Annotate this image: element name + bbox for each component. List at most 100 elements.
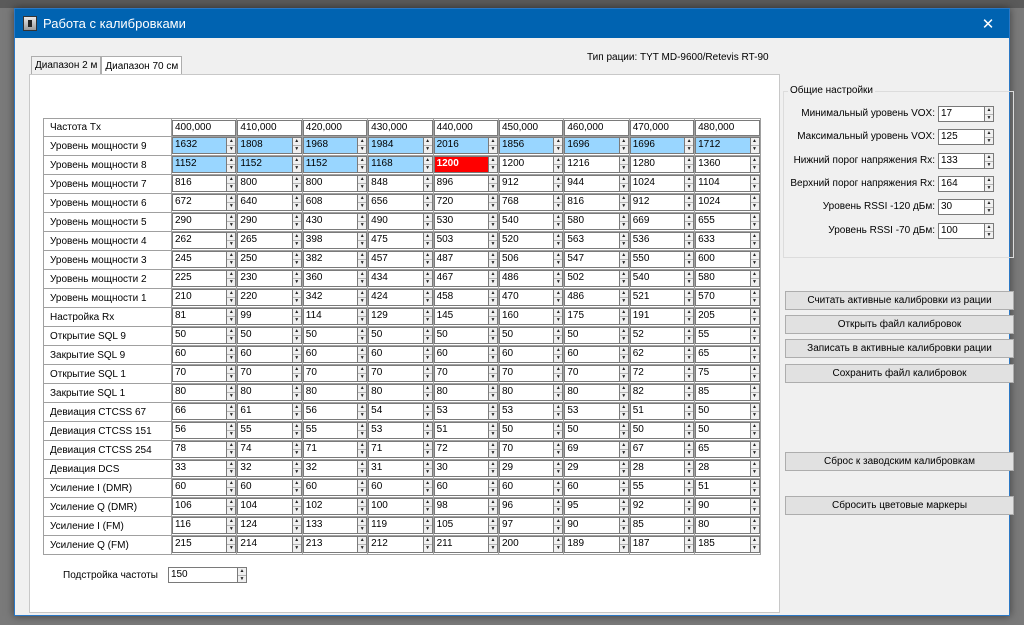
spinner-buttons[interactable]: ▲ ▼ — [553, 156, 564, 173]
calibration-spinner[interactable]: 2016 ▲ ▼ — [433, 137, 498, 155]
spinner-buttons[interactable]: ▲ ▼ — [291, 213, 302, 230]
calibration-spinner[interactable]: 60 ▲ ▼ — [564, 346, 629, 364]
spin-down-icon[interactable]: ▼ — [227, 430, 236, 438]
spinner-buttons[interactable]: ▲ ▼ — [291, 517, 302, 534]
spin-up-icon[interactable]: ▲ — [489, 138, 497, 145]
spin-up-icon[interactable]: ▲ — [293, 404, 301, 411]
calibration-value[interactable]: 540 — [498, 213, 554, 230]
calibration-value[interactable]: 32 — [237, 460, 292, 477]
calibration-spinner[interactable]: 32 ▲ ▼ — [302, 460, 368, 478]
spinner-buttons[interactable]: ▲ ▼ — [684, 498, 695, 515]
spin-up-icon[interactable]: ▲ — [358, 442, 366, 449]
spin-down-icon[interactable]: ▼ — [985, 114, 993, 122]
spin-down-icon[interactable]: ▼ — [488, 392, 497, 400]
calibration-value[interactable]: 503 — [433, 232, 488, 249]
spinner-buttons[interactable]: ▲ ▼ — [749, 327, 760, 344]
spin-up-icon[interactable]: ▲ — [358, 366, 366, 373]
calibration-spinner[interactable]: 486 ▲ ▼ — [498, 270, 564, 288]
spin-down-icon[interactable]: ▼ — [619, 297, 628, 305]
calibration-value[interactable]: 145 — [433, 308, 488, 325]
spinner-buttons[interactable]: ▲ ▼ — [226, 327, 237, 344]
calibration-value[interactable]: 28 — [695, 460, 750, 477]
spinner-buttons[interactable]: ▲ ▼ — [291, 384, 302, 401]
calibration-spinner[interactable]: 80 ▲ ▼ — [433, 384, 498, 402]
spin-up-icon[interactable]: ▲ — [554, 252, 562, 259]
spin-down-icon[interactable]: ▼ — [292, 468, 301, 476]
calibration-value[interactable]: 50 — [498, 327, 554, 344]
spin-up-icon[interactable]: ▲ — [554, 461, 562, 468]
spinner-buttons[interactable]: ▲ ▼ — [226, 365, 237, 382]
spinner-buttons[interactable]: ▲ ▼ — [684, 384, 695, 401]
calibration-value[interactable]: 98 — [433, 498, 488, 515]
calibration-value[interactable]: 290 — [237, 213, 292, 230]
calibration-spinner[interactable]: 70 ▲ ▼ — [498, 441, 564, 459]
calibration-value[interactable]: 50 — [302, 327, 358, 344]
calibration-spinner[interactable]: 70 ▲ ▼ — [498, 365, 564, 383]
calibration-spinner[interactable]: 424 ▲ ▼ — [368, 289, 433, 307]
calibration-value[interactable]: 50 — [433, 327, 488, 344]
calibration-value[interactable]: 1712 — [695, 137, 750, 154]
spin-up-icon[interactable]: ▲ — [227, 157, 235, 164]
spinner-buttons[interactable]: ▲ ▼ — [422, 422, 433, 439]
calibration-value[interactable]: 550 — [629, 251, 685, 268]
spin-up-icon[interactable]: ▲ — [685, 499, 693, 506]
spinner-buttons[interactable]: ▲ ▼ — [553, 517, 564, 534]
spin-down-icon[interactable]: ▼ — [619, 259, 628, 267]
spin-up-icon[interactable]: ▲ — [424, 480, 432, 487]
spin-up-icon[interactable]: ▲ — [751, 290, 759, 297]
calibration-spinner[interactable]: 1152 ▲ ▼ — [172, 156, 237, 174]
spin-up-icon[interactable]: ▲ — [751, 404, 759, 411]
calibration-value[interactable]: 82 — [629, 384, 685, 401]
spinner-buttons[interactable]: ▲ ▼ — [422, 441, 433, 458]
spinner-buttons[interactable]: ▲ ▼ — [684, 460, 695, 477]
calibration-value[interactable]: 70 — [564, 365, 619, 382]
calibration-value[interactable]: 547 — [564, 251, 619, 268]
spin-up-icon[interactable]: ▲ — [358, 157, 366, 164]
spin-up-icon[interactable]: ▲ — [424, 214, 432, 221]
spin-up-icon[interactable]: ▲ — [358, 195, 366, 202]
calibration-value[interactable]: 80 — [302, 384, 358, 401]
spin-down-icon[interactable]: ▼ — [750, 506, 759, 514]
spin-down-icon[interactable]: ▼ — [423, 430, 432, 438]
spin-up-icon[interactable]: ▲ — [489, 366, 497, 373]
calibration-value[interactable]: 29 — [498, 460, 554, 477]
calibration-spinner[interactable]: 80 ▲ ▼ — [564, 384, 629, 402]
spin-down-icon[interactable]: ▼ — [750, 544, 759, 552]
spin-down-icon[interactable]: ▼ — [750, 164, 759, 172]
spin-up-icon[interactable]: ▲ — [620, 271, 628, 278]
spinner-buttons[interactable]: ▲ ▼ — [291, 251, 302, 268]
calibration-spinner[interactable]: 290 ▲ ▼ — [172, 213, 237, 231]
read-active-calibrations-button[interactable]: Считать активные калибровки из рации — [785, 291, 1014, 310]
calibration-spinner[interactable]: 1696 ▲ ▼ — [564, 137, 629, 155]
calibration-value[interactable]: 1200 — [433, 156, 488, 173]
spinner-buttons[interactable]: ▲ ▼ — [226, 517, 237, 534]
spin-down-icon[interactable]: ▼ — [358, 468, 367, 476]
calibration-spinner[interactable]: 60 ▲ ▼ — [433, 479, 498, 497]
calibration-spinner[interactable]: 71 ▲ ▼ — [302, 441, 368, 459]
spinner-buttons[interactable]: ▲ ▼ — [553, 137, 564, 154]
spin-down-icon[interactable]: ▼ — [423, 354, 432, 362]
spin-down-icon[interactable]: ▼ — [292, 221, 301, 229]
spin-up-icon[interactable]: ▲ — [751, 366, 759, 373]
spin-up-icon[interactable]: ▲ — [751, 328, 759, 335]
spin-down-icon[interactable]: ▼ — [227, 240, 236, 248]
spin-down-icon[interactable]: ▼ — [227, 259, 236, 267]
spinner-buttons[interactable]: ▲ ▼ — [749, 308, 760, 325]
calibration-spinner[interactable]: 486 ▲ ▼ — [564, 289, 629, 307]
spin-down-icon[interactable]: ▼ — [554, 392, 563, 400]
calibration-spinner[interactable]: 205 ▲ ▼ — [695, 308, 760, 326]
calibration-value[interactable]: 2016 — [433, 137, 488, 154]
calibration-spinner[interactable]: 80 ▲ ▼ — [695, 517, 760, 535]
spin-up-icon[interactable]: ▲ — [424, 271, 432, 278]
calibration-spinner[interactable]: 608 ▲ ▼ — [302, 194, 368, 212]
calibration-spinner[interactable]: 720 ▲ ▼ — [433, 194, 498, 212]
calibration-value[interactable]: 60 — [564, 479, 619, 496]
spinner-buttons[interactable]: ▲ ▼ — [226, 460, 237, 477]
spin-down-icon[interactable]: ▼ — [423, 392, 432, 400]
spinner-buttons[interactable]: ▲ ▼ — [684, 270, 695, 287]
spin-down-icon[interactable]: ▼ — [358, 544, 367, 552]
spinner-buttons[interactable]: ▲ ▼ — [684, 251, 695, 268]
spin-down-icon[interactable]: ▼ — [227, 487, 236, 495]
spinner-buttons[interactable]: ▲ ▼ — [684, 289, 695, 306]
spinner-buttons[interactable]: ▲ ▼ — [487, 479, 498, 496]
